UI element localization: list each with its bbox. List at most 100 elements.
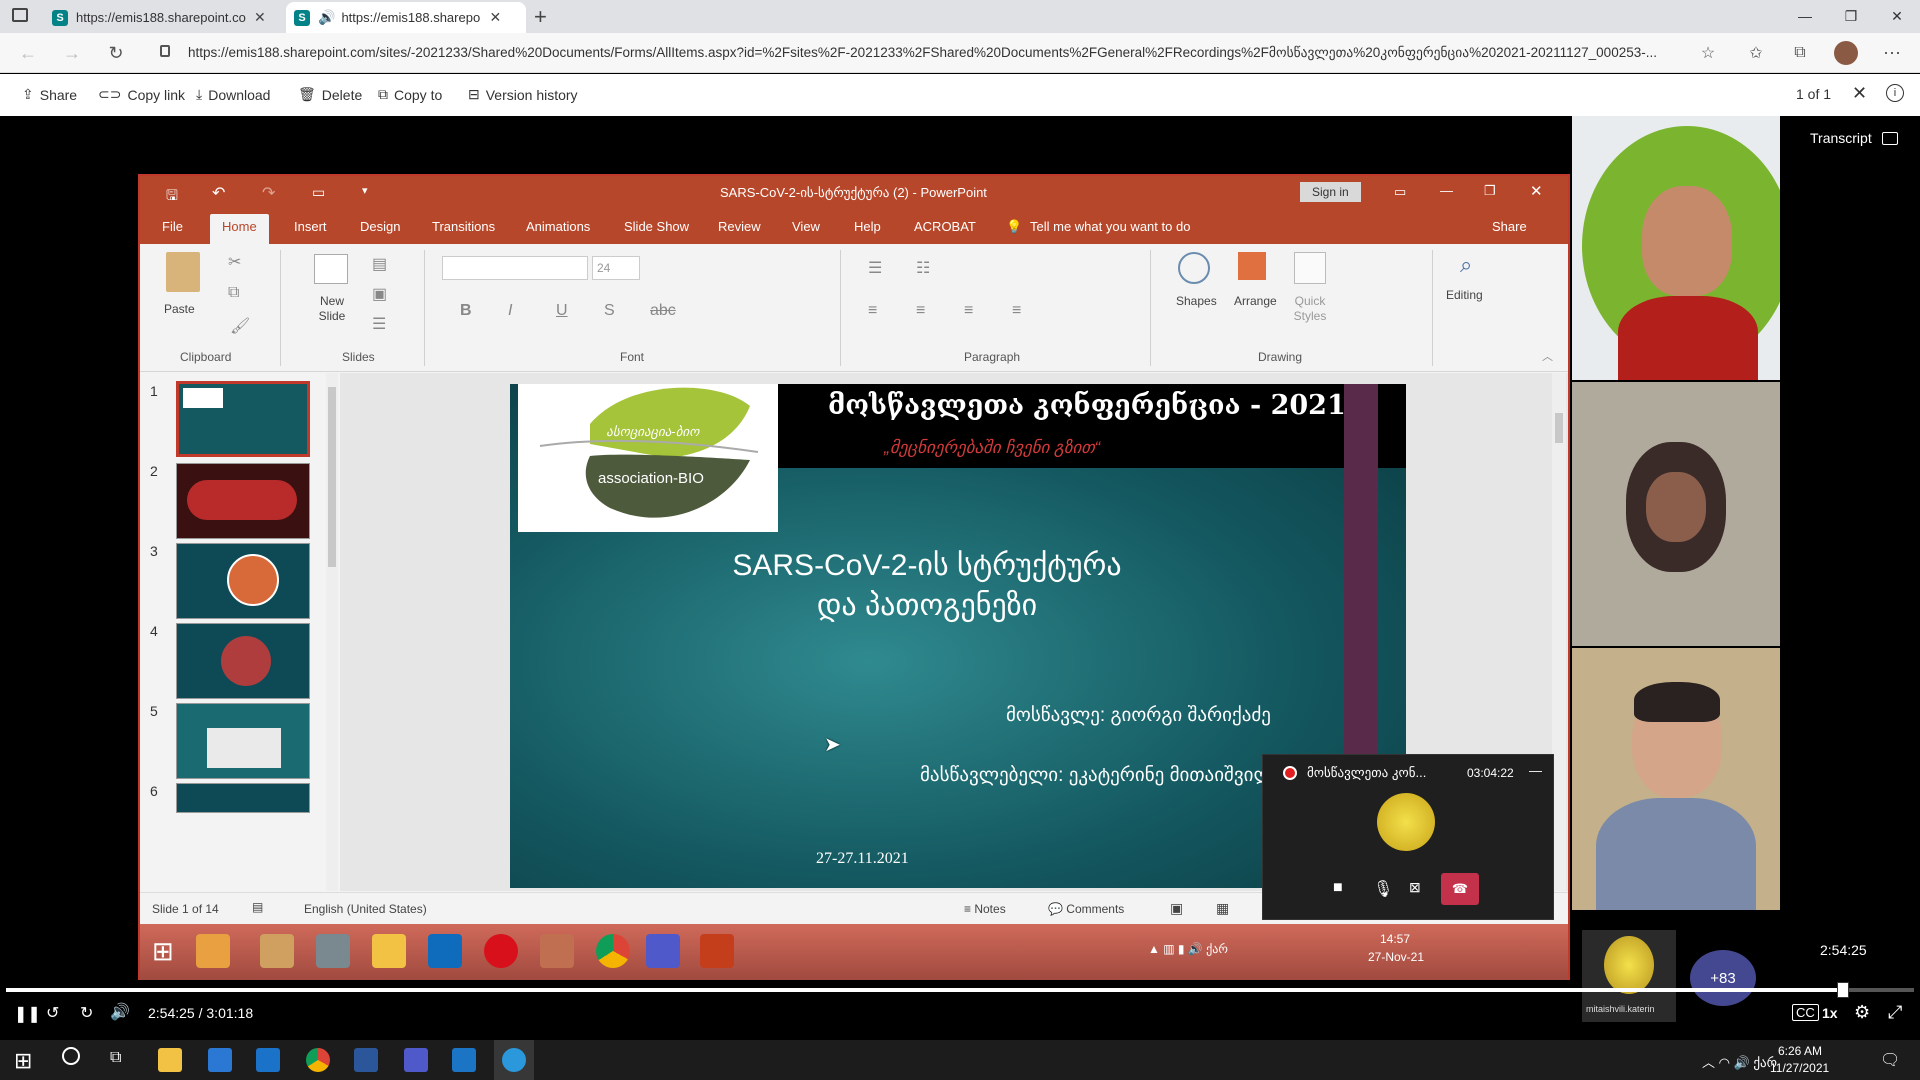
teams-icon[interactable]: [404, 1048, 428, 1072]
command-bar: ⇪ Share ⊂⊃ Copy link ⤓ Download 🗑 Delete ⧉ Co…: [0, 74, 1920, 116]
task-view-icon[interactable]: ⧉: [110, 1049, 121, 1067]
rewind-10-icon[interactable]: ↺: [46, 1003, 59, 1023]
notes-label: Notes: [974, 902, 1006, 916]
forward-icon[interactable]: →: [58, 39, 86, 67]
tab-transitions: Transitions: [432, 219, 496, 234]
undo-icon: ↶: [212, 185, 226, 202]
flower-avatar: [1604, 936, 1654, 994]
opera-icon: [484, 934, 518, 968]
photos-icon[interactable]: [452, 1048, 476, 1072]
download-label: Download: [208, 86, 271, 103]
playback-speed[interactable]: 1x: [1822, 1005, 1838, 1021]
url-input[interactable]: https://emis188.sharepoint.com/sites/-20…: [188, 39, 1688, 67]
pause-icon[interactable]: ❚❚: [14, 1004, 41, 1024]
quick-styles-label: Quick Styles: [1293, 294, 1327, 323]
redo-icon: ↷: [262, 185, 276, 202]
word-icon[interactable]: [354, 1048, 378, 1072]
copy-link-button[interactable]: ⊂⊃ Copy link: [98, 86, 185, 103]
close-tab-icon[interactable]: ✕: [489, 9, 501, 26]
restore-icon[interactable]: ❐: [1828, 0, 1874, 32]
back-icon[interactable]: ←: [14, 39, 42, 67]
microphone-icon: 🎙: [1373, 881, 1394, 898]
current-time: 2:54:25: [148, 1005, 195, 1021]
info-icon[interactable]: i: [1886, 84, 1904, 102]
clock-time: 6:26 AM: [1778, 1044, 1823, 1058]
sharepoint-icon: S: [52, 9, 68, 26]
teams-icon: [646, 934, 680, 968]
settings-gear-icon[interactable]: ⚙: [1854, 1002, 1870, 1023]
align-right-icon: ≡: [964, 302, 974, 319]
slide-title-line-2: და პათოგენეზი: [816, 589, 1038, 622]
file-explorer-icon[interactable]: [158, 1048, 182, 1072]
clipboard-group-label: Clipboard: [180, 350, 232, 364]
share-screen-icon: ⊠: [1409, 879, 1421, 895]
more-options-icon[interactable]: ⋯: [1878, 39, 1906, 67]
clock-date: 11/27/2021: [1770, 1061, 1830, 1075]
version-history-button[interactable]: ⊟ Version history: [468, 86, 578, 103]
close-window-icon[interactable]: ✕: [1874, 0, 1920, 32]
forward-10-icon[interactable]: ↻: [80, 1003, 93, 1023]
time-display: 2:54:25 / 3:01:18: [148, 1005, 254, 1021]
copy-to-button[interactable]: ⧉ Copy to: [378, 86, 442, 103]
store-icon[interactable]: [208, 1048, 232, 1072]
hang-up-button: ☎: [1441, 873, 1479, 905]
close-tab-icon[interactable]: ✕: [254, 9, 266, 26]
share-button[interactable]: ⇪ Share: [22, 86, 77, 103]
stage-scrollbar: [1552, 373, 1566, 891]
download-button[interactable]: ⤓ Download: [196, 86, 270, 103]
camera-icon: ■: [1333, 879, 1343, 896]
collections-icon[interactable]: ⧉: [1786, 39, 1814, 67]
tab-title: https://emis188.sharepoint.com/: [76, 10, 246, 25]
transcript-button[interactable]: Transcript: [1810, 130, 1898, 146]
chrome-icon[interactable]: [306, 1048, 330, 1072]
slide-thumbnail-pane: 1 2 3 4 5 6: [140, 373, 340, 891]
shapes-label: Shapes: [1176, 294, 1217, 308]
recording-icon: [1283, 766, 1297, 780]
browser-tab-1[interactable]: S https://emis188.sharepoint.com/ ✕: [44, 2, 284, 33]
justify-icon: ≡: [1012, 302, 1022, 319]
powerpoint-title-bar: 🖫 ↶ ↷ ▭ ▾ SARS-CoV-2-ის-სტრუქტურა (2) - …: [140, 176, 1568, 210]
browser-tab-2[interactable]: S 🔊 https://emis188.sharepoint. ✕: [286, 2, 526, 33]
section-icon: ☰: [372, 316, 387, 333]
tab-actions-icon[interactable]: [12, 8, 28, 22]
mail-icon[interactable]: [256, 1048, 280, 1072]
minimize-icon[interactable]: —: [1782, 0, 1828, 32]
close-viewer-icon[interactable]: ✕: [1852, 83, 1867, 104]
favorites-icon[interactable]: ✩: [1742, 39, 1770, 67]
captions-icon[interactable]: CC: [1792, 1004, 1819, 1021]
thumb-number: 2: [150, 463, 158, 479]
profile-avatar[interactable]: [1834, 41, 1858, 65]
favorite-star-icon[interactable]: ☆: [1694, 39, 1722, 67]
refresh-icon[interactable]: ↻: [102, 39, 130, 67]
participant-video-2: [1572, 382, 1780, 646]
history-icon: ⊟: [468, 86, 480, 102]
total-time: 3:01:18: [206, 1005, 254, 1021]
file-explorer-icon: [372, 934, 406, 968]
student-name: მოსწავლე: გიორგი შარიქაძე: [1006, 705, 1271, 726]
transcript-label: Transcript: [1810, 130, 1872, 146]
media-app-icon: [196, 934, 230, 968]
slide-count: Slide 1 of 14: [152, 902, 219, 916]
leaf-logo-icon: [539, 387, 759, 518]
thumb-number: 1: [150, 383, 158, 399]
audio-icon[interactable]: 🔊: [318, 9, 335, 26]
search-icon[interactable]: [62, 1047, 80, 1065]
windows-start-icon[interactable]: ⊞: [14, 1048, 32, 1074]
tell-me-box: Tell me what you want to do: [1030, 219, 1191, 234]
editing-label: Editing: [1446, 288, 1483, 302]
font-family-box: [442, 256, 588, 280]
slide-thumbnail-4: [176, 623, 310, 699]
fullscreen-icon[interactable]: ⤢: [1888, 1002, 1902, 1023]
progress-bar[interactable]: [6, 982, 1914, 998]
paste-icon: [166, 252, 200, 292]
copy-icon: ⧉: [378, 86, 388, 102]
new-tab-icon[interactable]: +: [534, 4, 547, 30]
comments-label: Comments: [1066, 902, 1125, 916]
browser-tab-bar: S https://emis188.sharepoint.com/ ✕ S 🔊 …: [0, 0, 1920, 33]
taskbar-time: 14:57: [1380, 932, 1411, 946]
tab-help: Help: [854, 219, 881, 234]
delete-button[interactable]: 🗑 Delete: [298, 86, 362, 103]
notifications-icon[interactable]: 🗨: [1880, 1050, 1900, 1070]
windows-taskbar: ⊞ ⧉ ︿ ◠ 🔊 ქარ 6:26 AM 11/27/2021 🗨: [0, 1040, 1920, 1080]
volume-icon[interactable]: 🔊: [110, 1002, 130, 1022]
